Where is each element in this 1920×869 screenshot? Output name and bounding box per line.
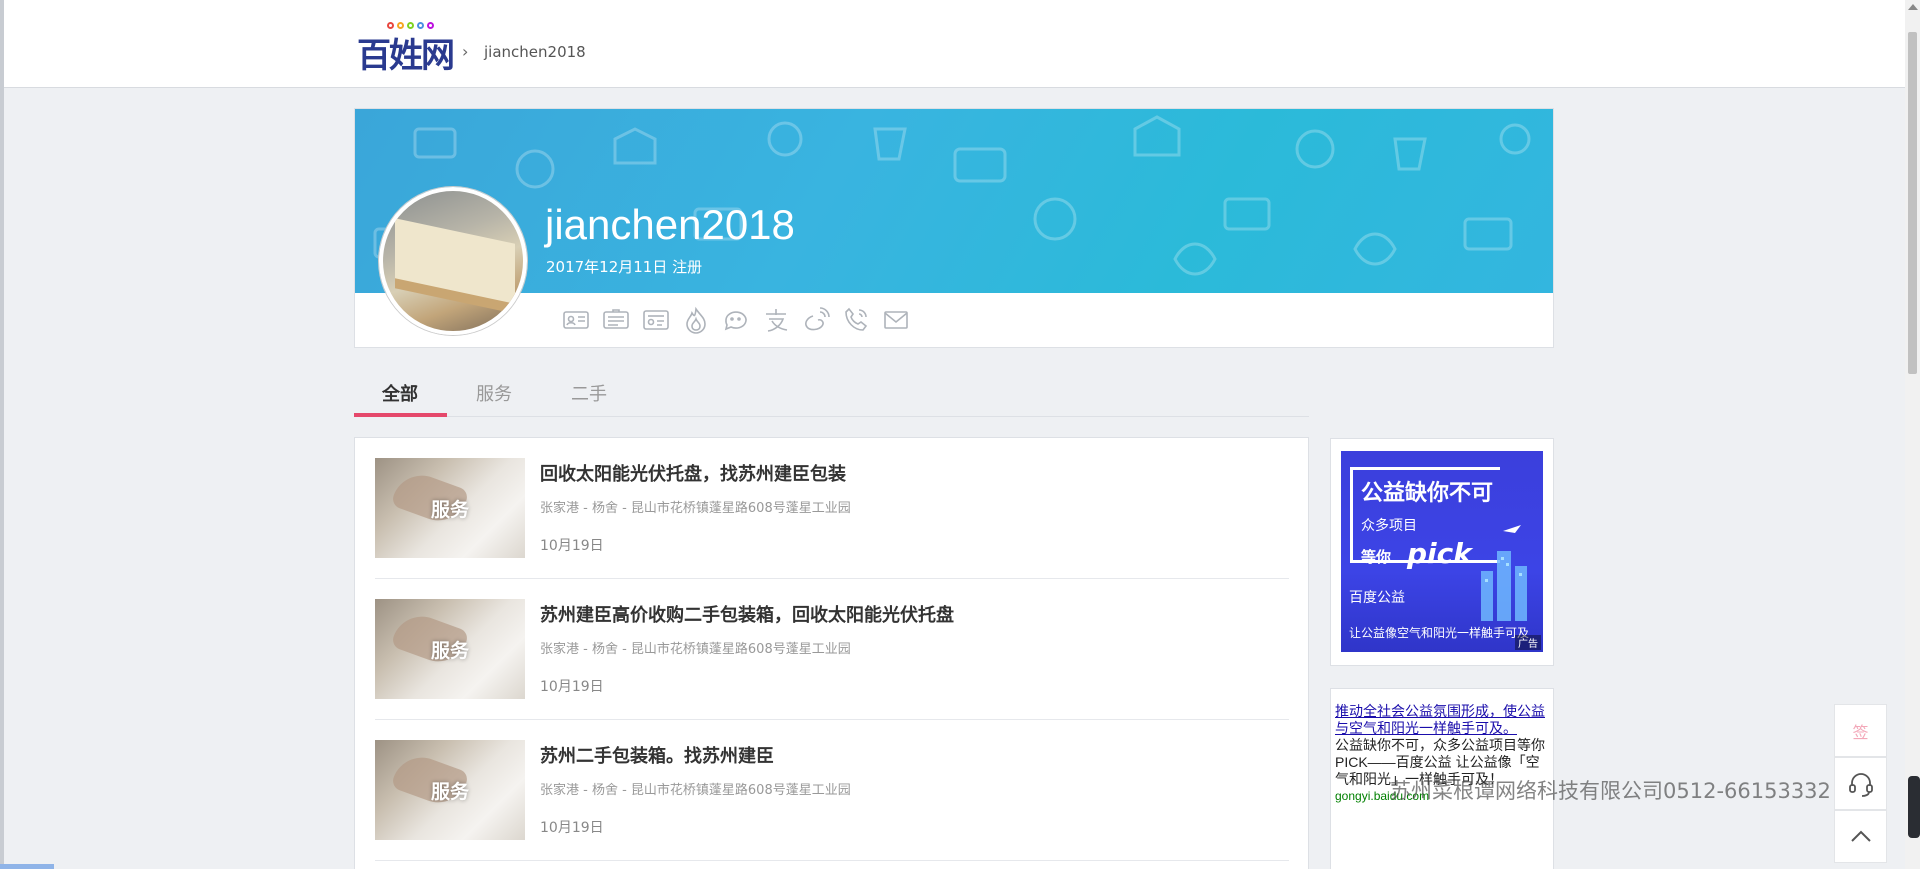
- listing-title[interactable]: 回收太阳能光伏托盘，找苏州建臣包装: [540, 460, 846, 486]
- tab-secondhand[interactable]: 二手: [571, 380, 607, 406]
- site-logo[interactable]: 百姓网: [357, 14, 455, 76]
- sidebar-ad-image[interactable]: 公益缺你不可 众多项目 等你 pick 百度公益 让公益像空气和阳光一样触手可及…: [1330, 438, 1554, 666]
- category-badge: 服务: [430, 780, 469, 803]
- mail-icon[interactable]: [881, 305, 911, 335]
- logo-dots: [387, 14, 437, 29]
- alipay-icon[interactable]: [761, 305, 791, 335]
- ad-line2: 众多项目: [1361, 518, 1417, 534]
- category-badge: 服务: [430, 498, 469, 521]
- listing-location: 张家港 - 杨舍 - 昆山市花桥镇蓬星路608号蓬星工业园: [540, 642, 851, 657]
- chat-bubble-icon[interactable]: [721, 305, 751, 335]
- breadcrumb-username[interactable]: jianchen2018: [484, 43, 586, 61]
- scroll-thumb[interactable]: [1908, 32, 1917, 374]
- banner-pattern: [373, 115, 1531, 277]
- ad-pick: pick: [1407, 537, 1472, 570]
- listing-thumbnail[interactable]: 服务: [375, 740, 525, 840]
- city-illustration-icon: [1481, 525, 1527, 621]
- profile-card: jianchen2018 2017年12月11日 注册: [354, 108, 1554, 348]
- vertical-scrollbar[interactable]: [1905, 0, 1920, 869]
- listing-panel: 服务 回收太阳能光伏托盘，找苏州建臣包装 张家港 - 杨舍 - 昆山市花桥镇蓬星…: [354, 437, 1309, 869]
- tab-services[interactable]: 服务: [476, 380, 512, 406]
- tab-all[interactable]: 全部: [382, 380, 418, 406]
- sign-label: 签: [1852, 722, 1869, 742]
- sign-in-button[interactable]: 签: [1834, 704, 1887, 757]
- left-edge-bar: [0, 0, 4, 869]
- profile-banner: [355, 109, 1553, 293]
- customer-service-button[interactable]: [1834, 757, 1887, 810]
- top-header: 百姓网: [4, 0, 1905, 88]
- business-card-icon[interactable]: [601, 305, 631, 335]
- logo-text: 百姓网: [357, 36, 455, 76]
- listing-title[interactable]: 苏州建臣高价收购二手包装箱，回收太阳能光伏托盘: [540, 601, 954, 627]
- company-watermark: 苏州菜根谭网络科技有限公司0512-66153332: [1390, 779, 1831, 803]
- avatar: [379, 187, 527, 335]
- side-widget-edge: [1908, 776, 1920, 838]
- registration-date: 2017年12月11日 注册: [546, 258, 703, 276]
- profile-username: jianchen2018: [545, 201, 795, 248]
- category-tabs: 全部 服务 二手: [354, 372, 1309, 417]
- license-icon[interactable]: [641, 305, 671, 335]
- ad-banner[interactable]: 公益缺你不可 众多项目 等你 pick 百度公益 让公益像空气和阳光一样触手可及…: [1341, 451, 1543, 652]
- listing-date: 10月19日: [540, 820, 604, 836]
- active-tab-indicator: [354, 413, 447, 417]
- listing-date: 10月19日: [540, 679, 604, 695]
- ad-brand: 百度公益: [1349, 590, 1405, 606]
- chevron-up-icon: [1850, 830, 1871, 842]
- listing-date: 10月19日: [540, 538, 604, 554]
- weibo-icon[interactable]: [801, 305, 831, 335]
- ad-tag: 广告: [1515, 635, 1541, 650]
- ad-link[interactable]: 推动全社会公益氛围形成，使公益与空气和阳光一样触手可及。: [1335, 703, 1549, 737]
- ad-line3: 等你: [1361, 548, 1392, 566]
- back-to-top-button[interactable]: [1834, 810, 1887, 863]
- list-item[interactable]: 服务 回收太阳能光伏托盘，找苏州建臣包装 张家港 - 杨舍 - 昆山市花桥镇蓬星…: [375, 438, 1289, 579]
- scroll-up-arrow-icon[interactable]: [1908, 4, 1918, 10]
- list-item[interactable]: 服务 苏州建臣高价收购二手包装箱，回收太阳能光伏托盘 张家港 - 杨舍 - 昆山…: [375, 579, 1289, 720]
- list-item[interactable]: 服务 苏州二手包装箱。找苏州建臣 张家港 - 杨舍 - 昆山市花桥镇蓬星路608…: [375, 720, 1289, 861]
- fire-icon[interactable]: [681, 305, 711, 335]
- category-badge: 服务: [430, 639, 469, 662]
- id-card-icon[interactable]: [561, 305, 591, 335]
- phone-icon[interactable]: [841, 305, 871, 335]
- breadcrumb-chevron-icon: ›: [462, 42, 469, 61]
- headset-icon: [1848, 772, 1873, 797]
- bottom-progress-bar: [0, 864, 54, 869]
- verification-icons: [561, 305, 911, 335]
- listing-location: 张家港 - 杨舍 - 昆山市花桥镇蓬星路608号蓬星工业园: [540, 783, 851, 798]
- listing-location: 张家港 - 杨舍 - 昆山市花桥镇蓬星路608号蓬星工业园: [540, 501, 851, 516]
- ad-headline: 公益缺你不可: [1361, 481, 1494, 506]
- listing-thumbnail[interactable]: 服务: [375, 599, 525, 699]
- listing-title[interactable]: 苏州二手包装箱。找苏州建臣: [540, 742, 774, 768]
- avatar-pallet-photo: [395, 218, 515, 304]
- listing-thumbnail[interactable]: 服务: [375, 458, 525, 558]
